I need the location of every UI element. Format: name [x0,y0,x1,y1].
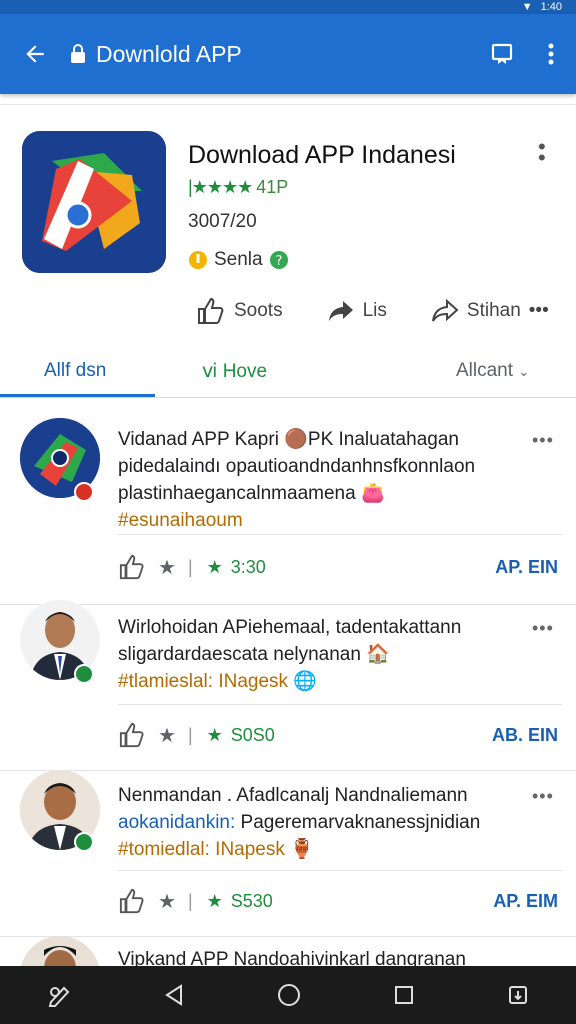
chevron-down-icon: ⌄ [518,364,530,379]
star-icon[interactable]: ★ [158,889,176,914]
appbar-title: Downlold APP [96,40,242,67]
home-nav-icon[interactable] [276,982,302,1008]
bookmark-icon[interactable] [490,42,514,66]
tab-all[interactable]: Allf dsn [44,360,106,382]
separator: | [187,724,193,745]
app-actions: Soots Lis Stihan ••• [196,297,549,325]
bottle-emoji-icon: 🏺 [290,839,314,860]
app-bar: Downlold APP [0,14,576,94]
back-button[interactable] [0,41,70,67]
rating-count: ★ 3:30 [206,556,266,577]
rating-count: ★ S0S0 [206,724,275,745]
post-more-icon[interactable]: ••• [532,786,554,807]
green-star-icon: ★ [206,724,223,745]
share-arrow-icon [328,301,353,321]
tab-filter-dropdown[interactable]: Allcant ⌄ [456,360,529,382]
online-badge [74,832,94,852]
lock-icon [71,44,85,63]
recents-nav-icon[interactable] [393,984,415,1006]
post-text: Wirlohoidan APiehemaal, tadentakattann s… [118,617,462,692]
tab-marker-icon: ⅵ [202,361,223,382]
rating-stars-icon: |★★★★ [188,177,253,197]
back-arrow-icon [26,45,44,63]
thumbs-up-icon[interactable] [118,554,146,580]
keyboard-switch-icon[interactable] [506,983,530,1007]
ellipsis-icon: ••• [528,300,549,321]
like-button[interactable]: Soots [196,297,283,325]
post-text: Nenmandan . Afadlcanalj Nandnaliemann ao… [118,785,481,860]
tab-hove[interactable]: ⅵ Hove [202,360,267,383]
separator: | [187,556,193,577]
green-star-icon: ★ [206,556,223,577]
more-share-button[interactable]: Stihan ••• [431,299,549,323]
post-link[interactable]: AB. EIN [492,725,558,746]
divider [118,704,562,705]
post-link[interactable]: AP. EIM [493,891,558,912]
online-badge [74,664,94,684]
thumbs-up-icon [198,297,224,324]
app-logo [22,131,166,273]
rating-count: ★ S530 [206,890,273,911]
post-actions: ★ | ★ 3:30 AP. EIN [118,554,558,580]
separator: | [187,890,193,911]
app-date: 3007/20 [188,211,257,232]
app-more-icon[interactable]: • • [538,136,546,169]
tab-indicator [0,394,155,397]
post-actions: ★ | ★ S0S0 AB. EIN [118,722,558,748]
thumbs-up-icon[interactable] [118,888,146,914]
app-header: Download APP Indanesi • • |★★★★ 41P 3007/… [0,104,576,346]
post-more-icon[interactable]: ••• [532,430,554,451]
share-button[interactable]: Lis [327,299,387,323]
status-badge [74,482,94,502]
globe-emoji-icon: 🌐 [293,671,317,692]
house-emoji-icon: 🏠 [366,644,390,665]
emoji-icon: 🟤 [284,429,308,450]
back-nav-icon[interactable] [163,983,185,1007]
forward-icon [431,299,459,322]
divider [0,936,576,937]
divider [0,770,576,771]
status-bar: ▼ 1:40 [0,0,576,14]
verified-icon: ? [269,251,288,269]
post-more-icon[interactable]: ••• [532,618,554,639]
green-star-icon: ★ [206,890,223,911]
star-icon[interactable]: ★ [158,723,176,748]
tab-bar: Allf dsn ⅵ Hove Allcant ⌄ [0,346,576,398]
divider [118,534,562,535]
svg-text:?: ? [275,254,282,269]
post-actions: ★ | ★ S530 AP. EIM [118,888,558,914]
star-icon[interactable]: ★ [158,555,176,580]
status-time: 1:40 [540,1,562,13]
emoji-icon: 👛 [360,483,385,504]
overflow-menu-icon[interactable] [548,42,554,66]
app-title: Download APP Indanesi [188,141,456,169]
assistant-icon[interactable] [46,982,72,1008]
app-seller[interactable]: Senla ? [188,249,289,271]
post-link[interactable]: AP. EIN [495,557,558,578]
coin-icon [189,251,207,269]
system-nav-bar [0,966,576,1024]
divider [118,870,562,871]
post-text: Vidanad APP Kapri 🟤PK Inaluatahagan pide… [118,429,476,531]
divider [0,604,576,605]
thumbs-up-icon[interactable] [118,722,146,748]
app-rating: |★★★★ 41P [188,177,289,197]
signal-icon: ▼ [521,1,533,13]
